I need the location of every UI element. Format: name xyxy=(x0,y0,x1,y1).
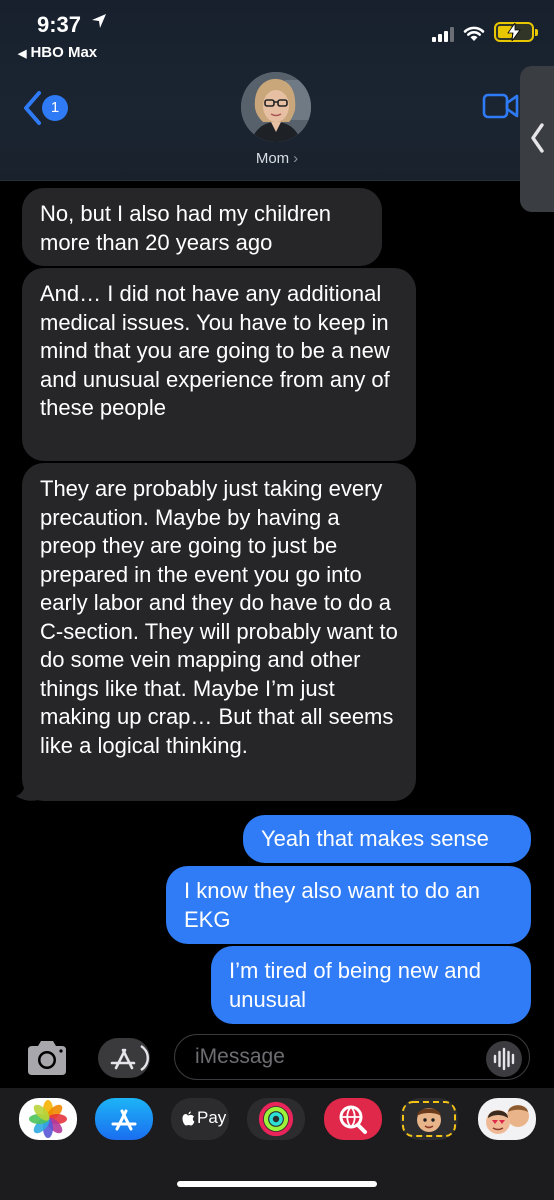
memoji-app-button[interactable] xyxy=(400,1098,458,1140)
outgoing-message[interactable]: Yeah that makes sense xyxy=(243,815,531,863)
apple-pay-app-button[interactable]: Pay xyxy=(171,1098,229,1140)
location-arrow-icon xyxy=(92,14,106,28)
activity-app-button[interactable] xyxy=(247,1098,305,1140)
incoming-message[interactable]: No, but I also had my children more than… xyxy=(22,188,382,266)
message-input[interactable] xyxy=(174,1034,530,1080)
contact-name: Mom xyxy=(255,150,290,167)
camera-icon[interactable] xyxy=(24,1040,70,1076)
back-button[interactable]: 1 xyxy=(22,90,74,126)
back-to-app-link[interactable]: ◀ HBO Max xyxy=(18,44,97,61)
apple-pay-label: Pay xyxy=(197,1108,227,1127)
app-store-icon xyxy=(111,1109,137,1131)
activity-icon xyxy=(258,1101,294,1137)
avatar-photo xyxy=(241,72,311,142)
audio-message-button[interactable] xyxy=(486,1041,522,1077)
cellular-signal-icon xyxy=(432,26,454,42)
app-store-button[interactable] xyxy=(98,1038,150,1078)
app-store-icon xyxy=(110,1044,149,1072)
chevron-left-icon xyxy=(531,123,544,153)
outgoing-message[interactable]: I’m tired of being new and unusual xyxy=(211,946,531,1024)
back-app-label: HBO Max xyxy=(30,44,98,61)
home-indicator[interactable] xyxy=(177,1181,377,1187)
chevron-right-icon: › xyxy=(293,150,299,167)
photos-icon xyxy=(29,1100,67,1138)
web-search-app-button[interactable] xyxy=(324,1098,382,1140)
memoji-stickers-app-button[interactable] xyxy=(478,1098,536,1140)
incoming-message[interactable]: And… I did not have any additional medic… xyxy=(22,268,416,461)
wifi-icon xyxy=(463,26,485,41)
side-panel-handle[interactable] xyxy=(520,66,554,212)
incoming-message[interactable]: They are probably just taking every prec… xyxy=(22,463,416,801)
memoji-icon xyxy=(402,1101,456,1137)
web-search-icon xyxy=(339,1105,367,1134)
memoji-stickers-icon xyxy=(486,1105,529,1134)
unread-badge: 1 xyxy=(42,95,68,121)
bubble-tail xyxy=(16,780,38,801)
message-composer xyxy=(0,1028,554,1088)
back-triangle-icon: ◀ xyxy=(18,48,27,60)
waveform-icon xyxy=(493,1047,515,1071)
facetime-video-icon[interactable] xyxy=(482,92,520,120)
app-store-app-button[interactable] xyxy=(95,1098,153,1140)
battery-charging-icon xyxy=(494,22,538,42)
chevron-left-icon xyxy=(24,91,41,125)
outgoing-message[interactable]: I know they also want to do an EKG xyxy=(166,866,531,944)
status-time: 9:37 xyxy=(37,12,82,37)
contact-name-link[interactable]: Mom › xyxy=(0,150,554,167)
photos-app-button[interactable] xyxy=(19,1098,77,1140)
status-indicators xyxy=(432,22,538,42)
contact-avatar[interactable] xyxy=(241,72,311,142)
